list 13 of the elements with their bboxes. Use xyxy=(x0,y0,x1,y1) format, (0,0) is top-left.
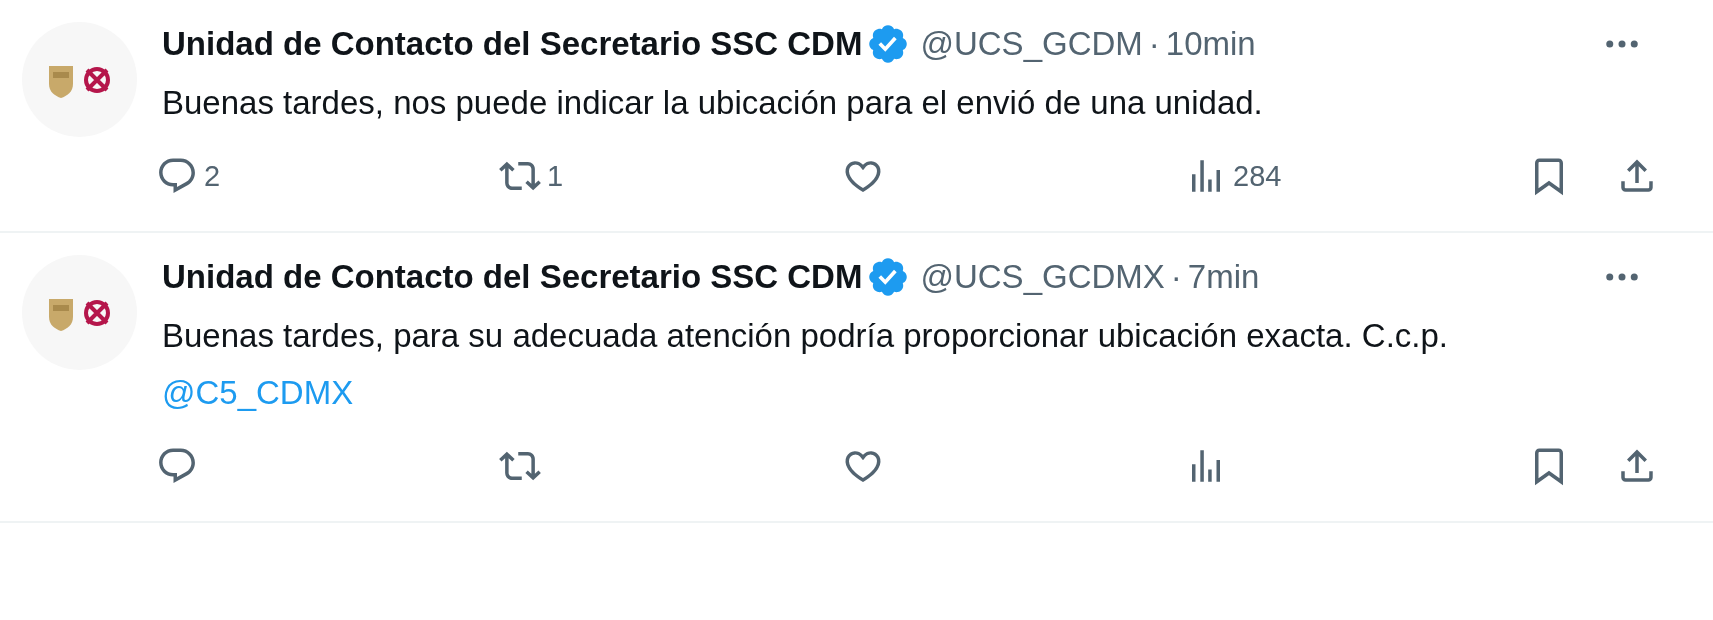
separator-dot: · xyxy=(1148,25,1160,63)
account-handle[interactable]: @UCS_GCDMX xyxy=(920,258,1165,296)
post-time[interactable]: 7min xyxy=(1187,258,1260,296)
account-handle[interactable]: @UCS_GCDM xyxy=(920,25,1143,63)
post-text: Buenas tardes, nos puede indicar la ubicación para el envió de una unidad. xyxy=(162,83,1264,123)
account-name[interactable]: Unidad de Contacto del Secretario SSC CDM xyxy=(162,258,863,296)
repost-count: 1 xyxy=(547,159,564,193)
reply-count: 2 xyxy=(204,159,221,193)
account-name[interactable]: Unidad de Contacto del Secretario SSC CDM xyxy=(162,25,863,63)
separator-dot: · xyxy=(1170,258,1182,296)
views-count: 284 xyxy=(1233,159,1282,193)
post-text: Buenas tardes, para su adecuada atención podría proporcionar ubicación exacta. C.c.p. @C5_CDMX xyxy=(162,316,1449,413)
post-time[interactable]: 10min xyxy=(1165,25,1256,63)
